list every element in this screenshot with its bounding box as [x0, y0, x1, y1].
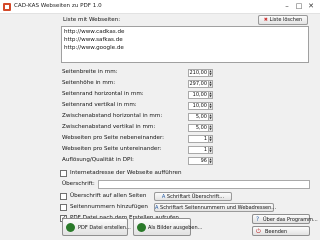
caption-input[interactable]: [98, 180, 310, 189]
about-label: Über das Programm...: [263, 217, 318, 223]
margin-horizontal-label: Seitenrand horizontal in mm:: [62, 91, 144, 97]
spacing-horizontal-input[interactable]: 5,00: [188, 113, 209, 121]
app-icon: [3, 3, 11, 11]
pages-side-by-side-input[interactable]: 1: [188, 135, 209, 143]
font-caption-label: Schriftart Überschrift...: [166, 194, 225, 200]
margin-vertical-input[interactable]: 10,00: [188, 102, 209, 110]
dpi-stepper[interactable]: ▲ ▼: [209, 157, 213, 165]
caption-all-pages-checkbox[interactable]: [60, 193, 67, 200]
page-height-label: Seitenhöhe in mm:: [62, 80, 116, 86]
margin-horizontal-input[interactable]: 10,00: [188, 91, 209, 99]
url-list[interactable]: http://www.cadkas.de http://www.safkas.d…: [61, 26, 309, 63]
exit-label: Beenden: [265, 229, 288, 235]
maximize-button[interactable]: □: [294, 2, 304, 11]
page-width-input[interactable]: 210,00: [188, 69, 209, 77]
font-icon: A: [155, 205, 159, 211]
create-pdf-label: PDF Datei erstellen...: [78, 225, 131, 231]
print-images-button[interactable]: Als Bilder ausgeben...: [133, 218, 202, 236]
pages-side-by-side-label: Webseiten pro Seite nebeneinander:: [62, 135, 165, 141]
spacing-horizontal-label: Zwischenabstand horizontal in mm:: [62, 113, 163, 119]
spacing-vertical-input[interactable]: 5,00: [188, 124, 209, 132]
spacing-vertical-stepper[interactable]: ▲ ▼: [209, 124, 213, 132]
margin-vertical-stepper[interactable]: ▲ ▼: [209, 102, 213, 110]
clear-list-label: Liste löschen: [269, 17, 303, 23]
page-numbers-checkbox[interactable]: [60, 204, 67, 211]
font-icon: A: [161, 194, 166, 200]
page-numbers-label: Seitennummern hinzufügen: [70, 204, 148, 210]
font-caption-button[interactable]: A Schriftart Überschrift...: [154, 192, 232, 201]
create-pdf-button[interactable]: PDF Datei erstellen...: [62, 218, 131, 236]
pages-stacked-stepper[interactable]: ▲ ▼: [209, 146, 213, 154]
page-height-input[interactable]: 297,00: [188, 80, 209, 88]
font-pages-label: Schriftart Seitennummern und Webadressen…: [160, 205, 277, 211]
minimize-button[interactable]: –: [282, 2, 292, 11]
caption-label: Überschrift:: [62, 181, 95, 187]
spacing-horizontal-stepper[interactable]: ▲ ▼: [209, 113, 213, 121]
page-height-stepper[interactable]: ▲ ▼: [209, 80, 213, 88]
url-item[interactable]: http://www.cadkas.de: [64, 29, 124, 35]
about-button[interactable]: ? Über das Programm...: [252, 214, 318, 224]
margin-vertical-label: Seitenrand vertikal in mm:: [62, 102, 137, 108]
close-button[interactable]: ✕: [306, 2, 316, 11]
pages-side-by-side-stepper[interactable]: ▲ ▼: [209, 135, 213, 143]
url-item[interactable]: http://www.google.de: [64, 45, 124, 51]
clear-list-button[interactable]: ✖ Liste löschen: [258, 15, 308, 25]
pages-stacked-input[interactable]: 1: [188, 146, 209, 154]
font-pages-button[interactable]: A Schriftart Seitennummern und Webadress…: [154, 203, 277, 212]
question-icon: ?: [256, 216, 260, 223]
clear-list-icon: ✖: [263, 17, 268, 23]
pages-stacked-label: Webseiten pro Seite untereinander:: [62, 146, 162, 152]
internet-address-checkbox[interactable]: [60, 170, 67, 177]
spacing-vertical-label: Zwischenabstand vertikal in mm:: [62, 124, 156, 130]
dpi-label: Auflösung/Qualität in DPI:: [62, 157, 134, 163]
url-list-label: Liste mit Webseiten:: [63, 17, 121, 23]
page-width-label: Seitenbreite in mm:: [62, 69, 118, 75]
url-item[interactable]: http://www.safkas.de: [64, 37, 123, 43]
check-icon: [137, 223, 146, 232]
caption-all-pages-label: Überschrift auf allen Seiten: [70, 193, 147, 199]
check-icon: [66, 223, 75, 232]
exit-icon: ⏻: [256, 228, 261, 235]
title-bar: CAD-KAS Webseiten zu PDF 1.0 – □ ✕: [0, 0, 320, 14]
window-title: CAD-KAS Webseiten zu PDF 1.0: [14, 3, 102, 9]
internet-address-label: Internetadresse der Webseite aufführen: [70, 170, 182, 176]
exit-button[interactable]: ⏻ Beenden: [252, 226, 310, 236]
margin-horizontal-stepper[interactable]: ▲ ▼: [209, 91, 213, 99]
dpi-input[interactable]: 96: [188, 157, 209, 165]
page-width-stepper[interactable]: ▲ ▼: [209, 69, 213, 77]
print-images-label: Als Bilder ausgeben...: [148, 225, 203, 231]
